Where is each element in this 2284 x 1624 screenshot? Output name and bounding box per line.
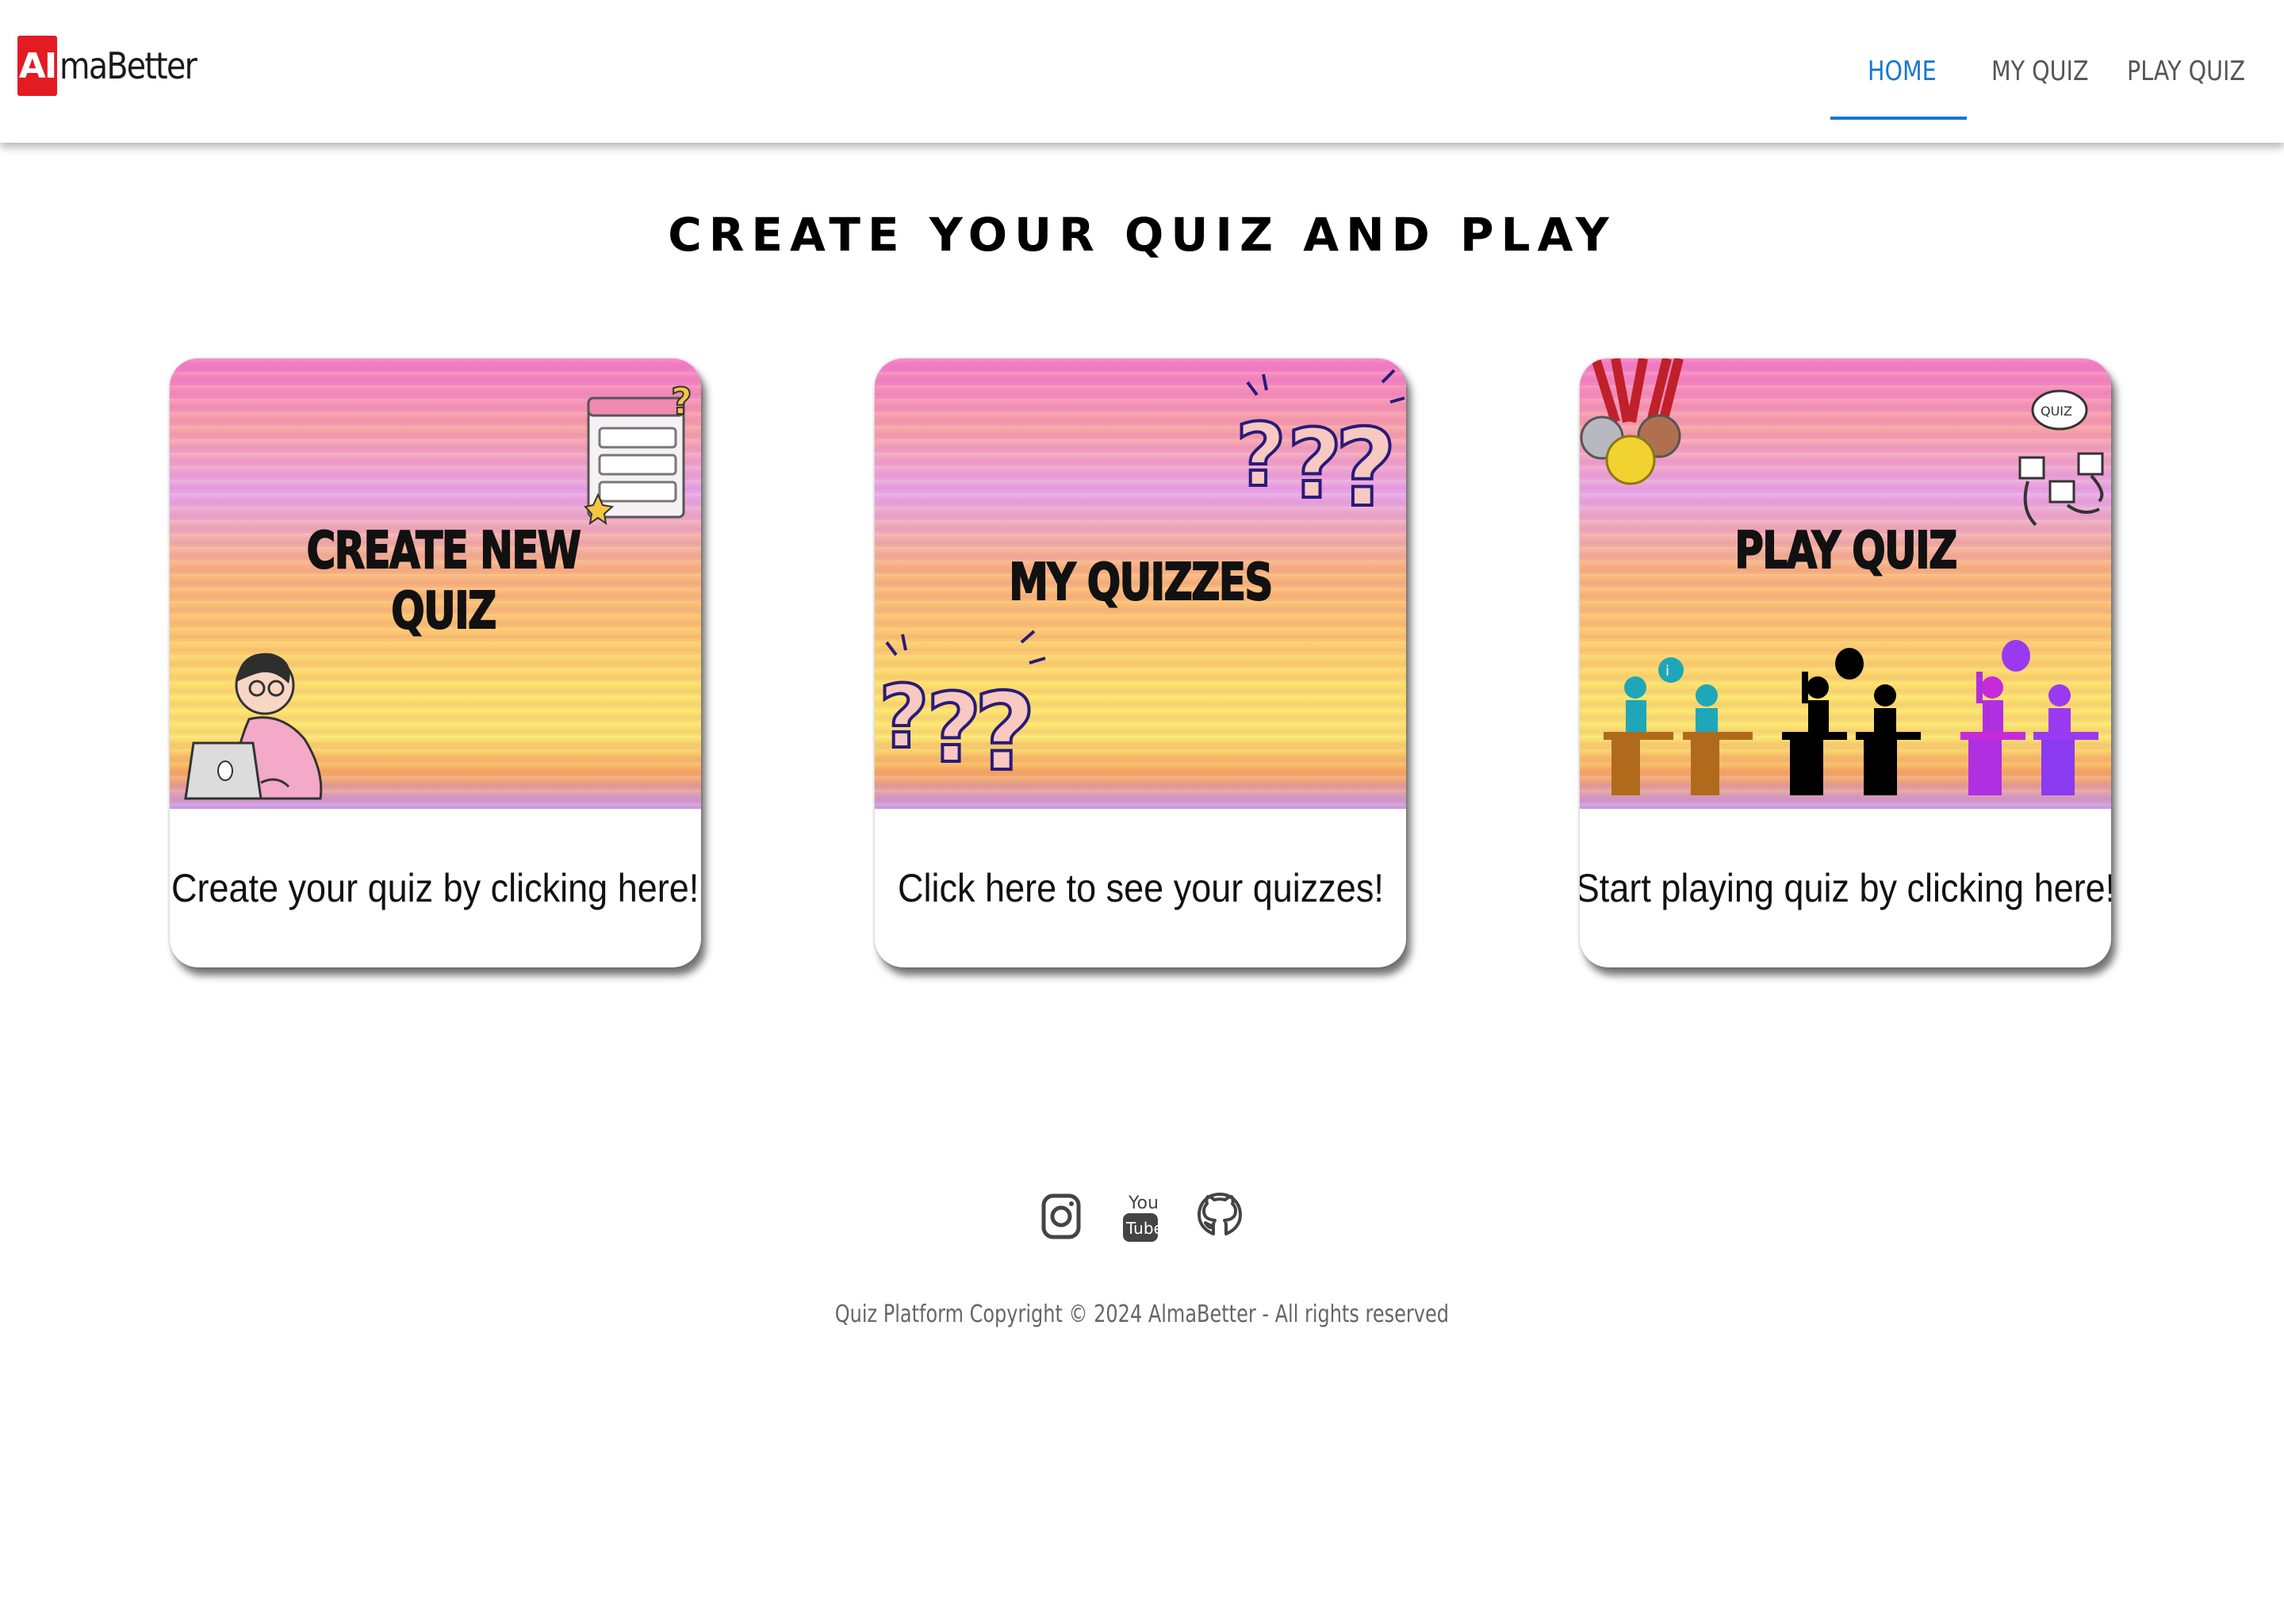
my-quizzes-heading-line1: MY QUIZZES bbox=[1008, 553, 1274, 613]
nav-play-quiz[interactable]: PLAY QUIZ bbox=[2127, 48, 2245, 95]
my-quizzes-description: Click here to see your quizzes! bbox=[875, 809, 1406, 967]
my-quizzes-card[interactable]: MY QUIZZES ? ? ? ? ? ? Click here to see… bbox=[875, 358, 1406, 967]
medals-illustration bbox=[1580, 358, 1684, 485]
youtube-icon-top-text: You bbox=[1128, 1193, 1159, 1213]
svg-text:i: i bbox=[1665, 663, 1669, 680]
create-quiz-card[interactable]: CREATE NEW QUIZ ? Create your quiz by cl… bbox=[170, 358, 701, 967]
create-quiz-banner: CREATE NEW QUIZ ? bbox=[170, 358, 701, 809]
nav-my-quiz[interactable]: MY QUIZ bbox=[1991, 48, 2089, 95]
almabetter-logo[interactable]: AI maBetter bbox=[17, 35, 218, 97]
create-quiz-heading-line2: QUIZ bbox=[390, 581, 497, 642]
play-quiz-heading: PLAY QUIZ bbox=[1691, 521, 2000, 581]
logo-mark: AI bbox=[17, 36, 57, 96]
person-laptop-illustration bbox=[184, 653, 323, 800]
youtube-icon[interactable]: You Tube bbox=[1109, 1185, 1172, 1248]
play-quiz-heading-line1: PLAY QUIZ bbox=[1734, 521, 1958, 581]
create-quiz-description-text: Create your quiz by clicking here! bbox=[171, 866, 699, 910]
my-quizzes-banner: MY QUIZZES ? ? ? ? ? ? bbox=[875, 358, 1406, 809]
active-tab-indicator bbox=[1830, 117, 1967, 120]
quiz-form-illustration: ? bbox=[584, 382, 693, 525]
nav-home[interactable]: HOME bbox=[1868, 48, 1937, 95]
my-quizzes-description-text: Click here to see your quizzes! bbox=[897, 866, 1384, 910]
footer-copyright-text: Quiz Platform Copyright © 2024 AlmaBette… bbox=[834, 1300, 1450, 1328]
quiz-board-illustration: QUIZ bbox=[2018, 389, 2104, 527]
page-title: CREATE YOUR QUIZ AND PLAY bbox=[668, 208, 1616, 262]
top-navbar: AI maBetter HOME MY QUIZ PLAY QUIZ bbox=[0, 0, 2284, 143]
create-quiz-description: Create your quiz by clicking here! bbox=[170, 809, 701, 967]
svg-text:?: ? bbox=[671, 382, 692, 423]
github-icon[interactable] bbox=[1188, 1185, 1251, 1248]
footer-copyright: Quiz Platform Copyright © 2024 AlmaBette… bbox=[0, 1300, 2284, 1328]
svg-text:QUIZ: QUIZ bbox=[2041, 404, 2072, 419]
play-quiz-card[interactable]: PLAY QUIZ QUIZ i Start playing quiz by c… bbox=[1580, 358, 2111, 967]
classroom-illustration: i bbox=[1604, 640, 2098, 795]
play-quiz-description-text: Start playing quiz by clicking here! bbox=[1580, 866, 2111, 910]
my-quizzes-heading: MY QUIZZES bbox=[986, 553, 1295, 613]
create-quiz-heading-line1: CREATE NEW bbox=[306, 521, 582, 581]
play-quiz-banner: PLAY QUIZ QUIZ i bbox=[1580, 358, 2111, 809]
svg-text:?: ? bbox=[974, 670, 1036, 795]
logo-text: maBetter bbox=[59, 44, 197, 87]
create-quiz-heading: CREATE NEW QUIZ bbox=[289, 521, 598, 642]
question-marks-illustration: ? ? ? bbox=[1234, 369, 1405, 532]
svg-text:?: ? bbox=[1236, 404, 1286, 506]
play-quiz-description: Start playing quiz by clicking here! bbox=[1580, 809, 2111, 967]
svg-text:?: ? bbox=[1335, 406, 1397, 530]
question-marks-illustration-2: ? ? ? bbox=[879, 630, 1046, 795]
youtube-icon-bottom-text: Tube bbox=[1125, 1219, 1163, 1238]
svg-text:?: ? bbox=[879, 666, 929, 768]
instagram-icon[interactable] bbox=[1029, 1185, 1093, 1248]
